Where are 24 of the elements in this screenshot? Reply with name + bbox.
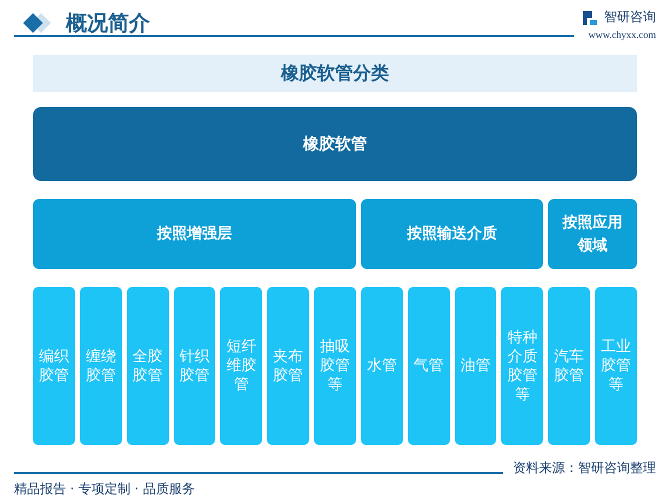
leaf-node: 编织胶管 xyxy=(33,286,75,444)
leaf-node: 缠绕胶管 xyxy=(80,286,122,444)
leaf-node: 水管 xyxy=(360,286,403,444)
brand-name: 智研咨询 xyxy=(604,9,656,27)
website-url: www.chyxx.com xyxy=(588,28,656,42)
source-note: 资料来源：智研咨询整理 xyxy=(513,460,656,478)
leaf-node: 抽吸胶管等 xyxy=(314,286,356,444)
category-node: 按照输送介质 xyxy=(360,198,544,268)
leaf-node: 汽车胶管 xyxy=(548,286,590,444)
leaf-node: 工业胶管等 xyxy=(595,286,637,444)
leaf-node: 特种介质胶管等 xyxy=(501,286,544,444)
category-node: 按照增强层 xyxy=(33,198,356,268)
leaf-node: 气管 xyxy=(408,286,450,444)
category-node: 按照应用领域 xyxy=(548,198,637,268)
leaf-node: 夹布胶管 xyxy=(267,286,310,444)
header-title: 概况简介 xyxy=(66,10,150,37)
root-node: 橡胶软管 xyxy=(33,106,637,180)
slogan: 精品报告 · 专项定制 · 品质服务 xyxy=(14,481,196,499)
chart-title-band: 橡胶软管分类 xyxy=(33,54,637,92)
logo-icon xyxy=(582,10,598,26)
leaf-node: 油管 xyxy=(454,286,496,444)
leaf-node: 短纤维胶管 xyxy=(220,286,262,444)
leaf-node: 针织胶管 xyxy=(174,286,216,444)
leaf-node: 全胶胶管 xyxy=(126,286,169,444)
